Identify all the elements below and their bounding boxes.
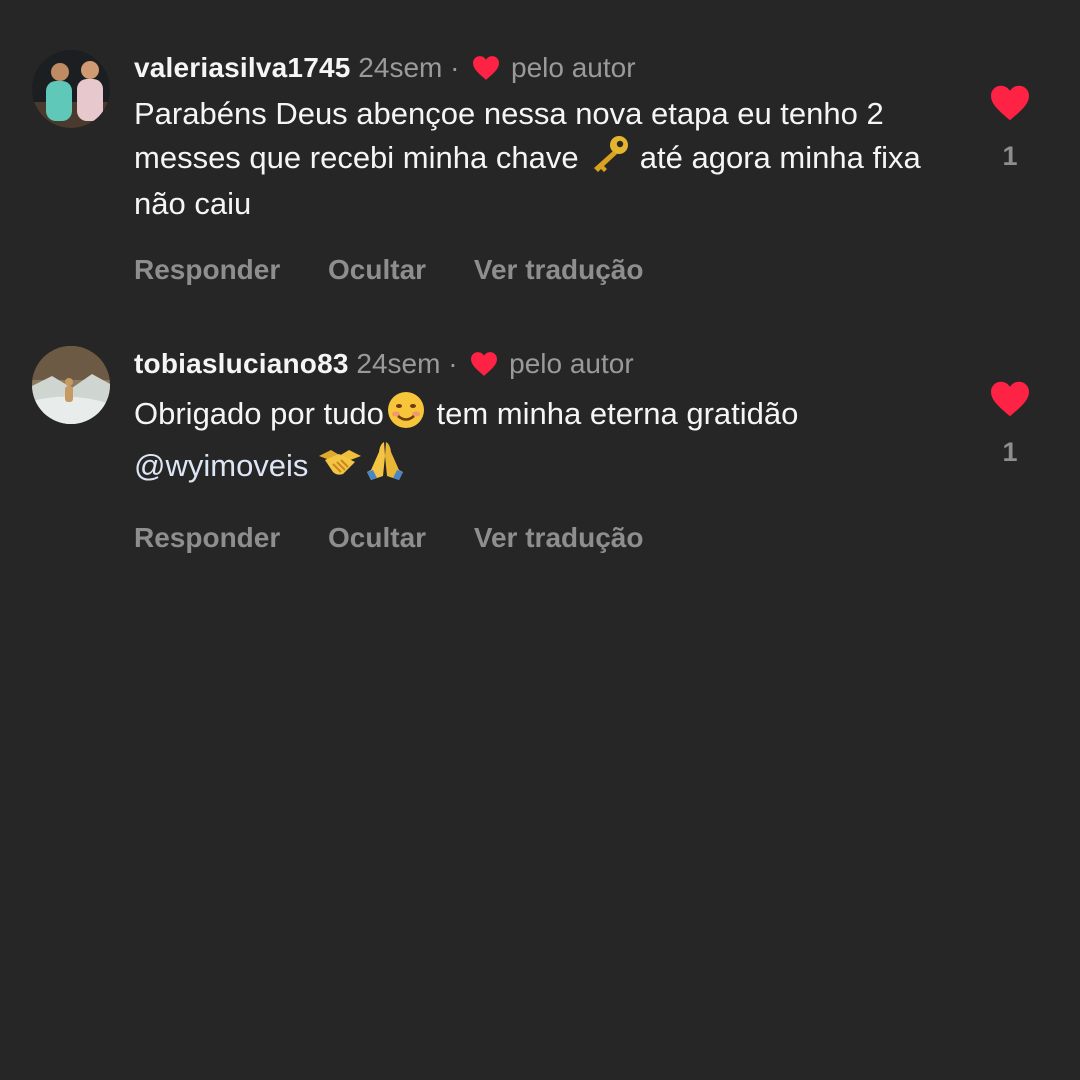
username[interactable]: valeriasilva1745 xyxy=(134,52,351,83)
comment-actions: Responder Ocultar Ver tradução xyxy=(134,522,964,554)
comment-meta: tobiasluciano83 24sem · pelo autor xyxy=(134,346,964,382)
avatar[interactable] xyxy=(32,346,110,424)
key-icon xyxy=(587,134,631,184)
avatar-photo-icon xyxy=(32,50,110,128)
comment-body: valeriasilva1745 24sem · pelo autor Para… xyxy=(134,50,964,286)
heart-icon xyxy=(471,352,498,376)
comment-body: tobiasluciano83 24sem · pelo autor Obrig… xyxy=(134,346,964,554)
comment-actions: Responder Ocultar Ver tradução xyxy=(134,254,964,286)
hide-button[interactable]: Ocultar xyxy=(328,254,426,285)
handshake-icon xyxy=(317,442,363,492)
smiling-face-icon xyxy=(384,390,428,440)
liked-by-author-label: pelo autor xyxy=(511,52,636,83)
like-heart-icon[interactable] xyxy=(989,380,1031,418)
see-translation-button[interactable]: Ver tradução xyxy=(474,254,644,285)
separator: · xyxy=(450,52,460,83)
like-control: 1 xyxy=(988,380,1032,468)
reply-button[interactable]: Responder xyxy=(134,254,280,285)
like-count: 1 xyxy=(1002,141,1018,171)
avatar-photo-icon xyxy=(32,346,110,424)
like-control: 1 xyxy=(988,84,1032,172)
comment-text: Obrigado por tudo tem minha eterna grati… xyxy=(134,390,964,492)
like-count: 1 xyxy=(1002,437,1018,467)
heart-icon xyxy=(473,56,500,80)
timestamp: 24sem xyxy=(356,348,441,379)
avatar[interactable] xyxy=(32,50,110,128)
username[interactable]: tobiasluciano83 xyxy=(134,348,349,379)
timestamp: 24sem xyxy=(358,52,443,83)
mention-link[interactable]: @wyimoveis xyxy=(134,448,308,483)
see-translation-button[interactable]: Ver tradução xyxy=(474,522,644,553)
like-heart-icon[interactable] xyxy=(989,84,1031,122)
separator: · xyxy=(448,348,458,379)
reply-button[interactable]: Responder xyxy=(134,522,280,553)
comment-text-part: Obrigado por tudo xyxy=(134,396,384,431)
comment-text: Parabéns Deus abençoe nessa nova etapa e… xyxy=(134,94,964,224)
hide-button[interactable]: Ocultar xyxy=(328,522,426,553)
liked-by-author-label: pelo autor xyxy=(509,348,634,379)
comment-text-part: tem minha eterna gratidão xyxy=(427,396,799,431)
praying-hands-icon xyxy=(363,440,407,492)
comment-meta: valeriasilva1745 24sem · pelo autor xyxy=(134,50,964,86)
